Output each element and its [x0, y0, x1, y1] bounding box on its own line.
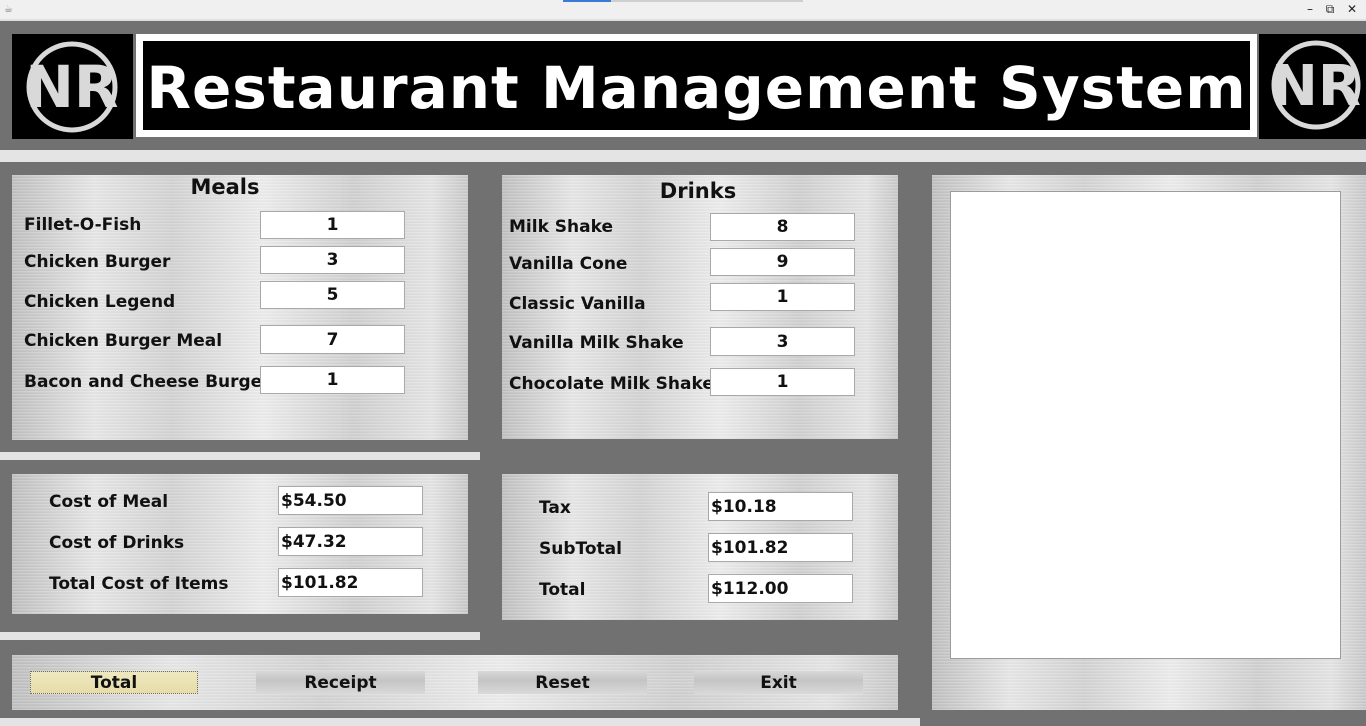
- reset-button[interactable]: Reset: [478, 671, 647, 694]
- buttons-panel: Total Receipt Reset Exit: [12, 655, 898, 710]
- restore-icon[interactable]: ⧉: [1321, 1, 1339, 17]
- total-label: Total: [539, 580, 586, 600]
- coffee-cup-icon: ☕: [4, 4, 13, 15]
- meal-label-chicken-burger: Chicken Burger: [24, 252, 171, 272]
- window-title-bar: ☕ – ⧉ ✕: [0, 0, 1366, 20]
- tax-field[interactable]: $10.18: [708, 492, 853, 521]
- cost-of-drinks-field[interactable]: $47.32: [278, 527, 423, 556]
- title-bar-tab-strip: [611, 0, 803, 2]
- drinks-title: Drinks: [659, 179, 737, 203]
- total-cost-of-items-label: Total Cost of Items: [49, 574, 229, 594]
- svg-text:NR: NR: [1271, 54, 1361, 119]
- close-icon[interactable]: ✕: [1343, 1, 1361, 17]
- meal-label-bacon-cheese-burger: Bacon and Cheese Burger: [24, 372, 271, 392]
- meal-qty-chicken-burger[interactable]: 3: [260, 246, 405, 274]
- receipt-panel: [932, 175, 1366, 710]
- drink-label-classic-vanilla: Classic Vanilla: [509, 294, 646, 314]
- drink-label-chocolate-milk-shake: Chocolate Milk Shake: [509, 374, 714, 394]
- drink-qty-vanilla-cone[interactable]: 9: [710, 248, 855, 276]
- exit-button[interactable]: Exit: [694, 671, 863, 694]
- drink-qty-classic-vanilla[interactable]: 1: [710, 283, 855, 311]
- costs-panel: Cost of Meal $54.50 Cost of Drinks $47.3…: [12, 474, 468, 614]
- logo-right: NR: [1259, 34, 1366, 139]
- meal-qty-chicken-legend[interactable]: 5: [260, 281, 405, 309]
- drink-label-vanilla-cone: Vanilla Cone: [509, 254, 628, 274]
- drink-qty-chocolate-milk-shake[interactable]: 1: [710, 368, 855, 396]
- cost-of-drinks-label: Cost of Drinks: [49, 533, 185, 553]
- logo-left: NR: [12, 34, 133, 139]
- receipt-text-area[interactable]: [950, 191, 1341, 659]
- header-banner: Restaurant Management System: [136, 34, 1257, 137]
- cost-of-meal-label: Cost of Meal: [49, 492, 169, 512]
- total-field[interactable]: $112.00: [708, 574, 853, 603]
- drink-qty-vanilla-milk-shake[interactable]: 3: [710, 327, 855, 356]
- meal-label-chicken-burger-meal: Chicken Burger Meal: [24, 331, 223, 351]
- drink-qty-milk-shake[interactable]: 8: [710, 213, 855, 241]
- cost-of-meal-field[interactable]: $54.50: [278, 486, 423, 515]
- minimize-icon[interactable]: –: [1301, 1, 1319, 17]
- drinks-panel: Drinks Milk Shake 8 Vanilla Cone 9 Class…: [502, 175, 898, 439]
- tax-label: Tax: [539, 498, 571, 518]
- meal-qty-chicken-burger-meal[interactable]: 7: [260, 325, 405, 354]
- app-title: Restaurant Management System: [146, 53, 1247, 122]
- subtotal-field[interactable]: $101.82: [708, 533, 853, 562]
- drink-label-vanilla-milk-shake: Vanilla Milk Shake: [509, 333, 684, 353]
- receipt-button[interactable]: Receipt: [256, 671, 425, 694]
- subtotal-label: SubTotal: [539, 539, 622, 559]
- total-button[interactable]: Total: [30, 671, 198, 694]
- total-cost-of-items-field[interactable]: $101.82: [278, 568, 423, 597]
- meal-qty-fillet-o-fish[interactable]: 1: [260, 211, 405, 239]
- meal-label-chicken-legend: Chicken Legend: [24, 292, 176, 312]
- meals-panel: Meals Fillet-O-Fish 1 Chicken Burger 3 C…: [12, 175, 468, 440]
- panel-separator-left: [0, 452, 480, 460]
- title-bar-tab-indicator: [563, 0, 611, 2]
- panel-separator-bottom: [0, 632, 480, 640]
- meal-label-fillet-o-fish: Fillet-O-Fish: [24, 215, 142, 235]
- svg-text:NR: NR: [25, 53, 118, 121]
- drink-label-milk-shake: Milk Shake: [509, 217, 613, 237]
- totals-panel: Tax $10.18 SubTotal $101.82 Total $112.0…: [502, 474, 898, 620]
- nr-logo-icon: NR: [25, 41, 119, 133]
- meals-title: Meals: [190, 175, 260, 199]
- nr-logo-icon: NR: [1271, 40, 1361, 130]
- meal-qty-bacon-cheese-burger[interactable]: 1: [260, 366, 405, 394]
- window-bottom-strip: [0, 718, 920, 726]
- header-separator: [0, 150, 1366, 162]
